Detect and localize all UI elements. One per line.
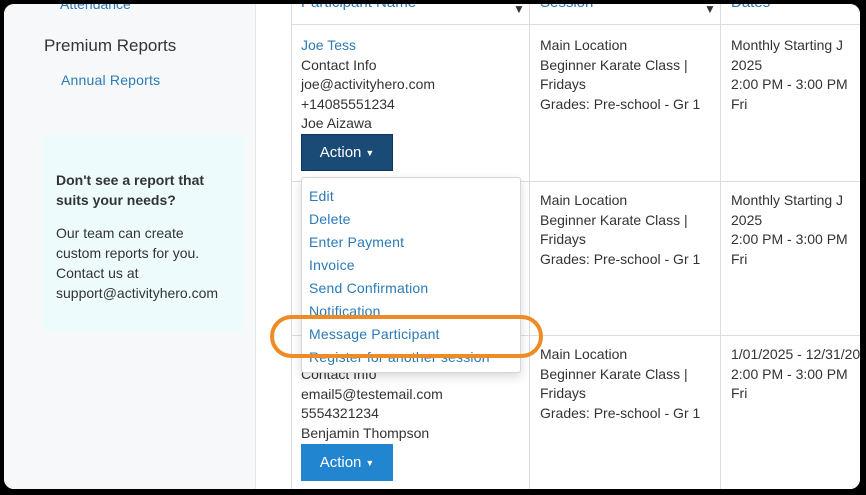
- menu-item-edit[interactable]: Edit: [309, 188, 334, 204]
- dates-text: 2025: [731, 211, 763, 228]
- dates-day: Fri: [731, 250, 748, 267]
- session-grades: Grades: Pre-school - Gr 1: [540, 404, 701, 421]
- column-header-dates[interactable]: Dates: [731, 4, 770, 24]
- participant-phone: 5554321234: [301, 405, 379, 422]
- session-cell: Main Location Beginner Karate Class | Fr…: [540, 36, 700, 114]
- callout-title: Don't see a report that suits your needs…: [56, 172, 205, 208]
- column-divider: [529, 4, 530, 489]
- session-day: Fridays: [540, 385, 586, 402]
- sidebar-heading-premium-reports: Premium Reports: [44, 36, 177, 55]
- sidebar-link-annual-reports[interactable]: Annual Reports: [61, 72, 160, 88]
- dates-cell: 1/01/2025 - 12/31/20 2:00 PM - 3:00 PM F…: [731, 345, 860, 404]
- session-location: Main Location: [540, 346, 628, 362]
- dates-time: 2:00 PM - 3:00 PM: [731, 365, 848, 382]
- callout-body: Our team can create custom reports for y…: [56, 225, 219, 301]
- menu-item-enter-payment[interactable]: Enter Payment: [309, 234, 404, 250]
- dates-text: Monthly Starting J: [731, 192, 844, 208]
- column-divider: [720, 4, 721, 489]
- action-button[interactable]: Action ▼: [301, 134, 393, 171]
- participant-name-link[interactable]: Joe Tess: [301, 36, 435, 56]
- session-grades: Grades: Pre-school - Gr 1: [540, 95, 701, 112]
- contact-info-label: Contact Info: [301, 56, 377, 73]
- dates-text: 1/01/2025 - 12/31/20: [731, 346, 860, 362]
- participant-email: email5@testemail.com: [301, 385, 443, 402]
- caret-down-icon: ▼: [365, 457, 375, 468]
- session-cell: Main Location Beginner Karate Class | Fr…: [540, 345, 700, 423]
- caret-down-icon: ▼: [365, 147, 375, 158]
- dates-text: Monthly Starting J: [731, 37, 844, 53]
- action-button-label: Action: [319, 454, 362, 471]
- action-button[interactable]: Action ▼: [301, 444, 393, 481]
- dates-time: 2:00 PM - 3:00 PM: [731, 76, 848, 93]
- sidebar: Attendance Premium Reports Annual Report…: [4, 4, 256, 489]
- session-day: Fridays: [540, 76, 586, 93]
- sort-icon[interactable]: ▼: [513, 4, 525, 16]
- session-grades: Grades: Pre-school - Gr 1: [540, 250, 701, 267]
- menu-item-send-confirmation[interactable]: Send Confirmation: [309, 280, 428, 296]
- menu-item-delete[interactable]: Delete: [309, 211, 351, 227]
- menu-item-invoice[interactable]: Invoice: [309, 257, 355, 273]
- custom-report-callout: Don't see a report that suits your needs…: [43, 136, 244, 332]
- dates-day: Fri: [731, 385, 748, 402]
- action-button-label: Action: [319, 144, 362, 161]
- participant-phone: +14085551234: [301, 95, 395, 112]
- dates-time: 2:00 PM - 3:00 PM: [731, 231, 848, 248]
- participant-cell: Joe Tess Contact Info joe@activityhero.c…: [301, 36, 435, 134]
- header-divider: [291, 24, 860, 25]
- participant-guardian: Joe Aizawa: [301, 115, 372, 132]
- column-divider: [291, 4, 292, 489]
- session-class: Beginner Karate Class |: [540, 211, 688, 228]
- dates-cell: Monthly Starting J 2025 2:00 PM - 3:00 P…: [731, 191, 848, 269]
- participant-guardian: Benjamin Thompson: [301, 424, 430, 441]
- sort-icon[interactable]: ▼: [704, 4, 716, 16]
- participant-email: joe@activityhero.com: [301, 76, 436, 93]
- app-window: Attendance Premium Reports Annual Report…: [4, 4, 860, 489]
- participant-cell: Contact Info email5@testemail.com 555432…: [301, 365, 443, 443]
- highlight-ring: [270, 315, 543, 358]
- sidebar-item-attendance[interactable]: Attendance: [60, 4, 131, 12]
- dates-day: Fri: [731, 95, 748, 112]
- session-location: Main Location: [540, 37, 628, 53]
- session-day: Fridays: [540, 231, 586, 248]
- dates-text: 2025: [731, 56, 763, 73]
- column-header-participant-name[interactable]: Participant Name: [301, 4, 416, 24]
- session-location: Main Location: [540, 192, 628, 208]
- dates-cell: Monthly Starting J 2025 2:00 PM - 3:00 P…: [731, 36, 848, 114]
- session-class: Beginner Karate Class |: [540, 365, 688, 382]
- session-cell: Main Location Beginner Karate Class | Fr…: [540, 191, 700, 269]
- column-header-session[interactable]: Session: [540, 4, 593, 24]
- session-class: Beginner Karate Class |: [540, 56, 688, 73]
